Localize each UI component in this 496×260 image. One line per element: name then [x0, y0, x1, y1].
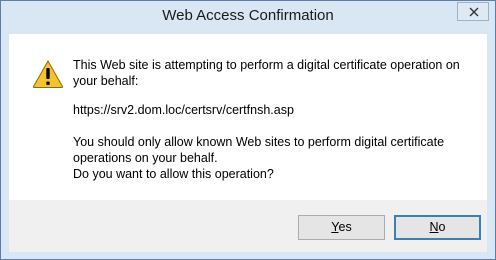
intro-text: This Web site is attempting to perform a…: [73, 58, 460, 88]
no-label-rest: o: [438, 220, 446, 234]
no-mnemonic: N: [429, 220, 439, 234]
button-bar: Yes No: [9, 200, 487, 252]
window-title: Web Access Confirmation: [162, 7, 334, 24]
yes-label-rest: es: [338, 220, 352, 234]
warning-line-2: Do you want to allow this operation?: [73, 167, 274, 181]
no-button[interactable]: No: [394, 215, 481, 240]
close-button[interactable]: [457, 2, 489, 21]
close-icon: [469, 7, 479, 17]
warning-text: You should only allow known Web sites to…: [73, 134, 473, 182]
warning-line-1: You should only allow known Web sites to…: [73, 135, 445, 165]
message-area: This Web site is attempting to perform a…: [9, 34, 487, 200]
site-url: https://srv2.dom.loc/certsrv/certfnsh.as…: [73, 103, 294, 117]
yes-button[interactable]: Yes: [298, 215, 385, 240]
warning-icon: [32, 59, 64, 88]
dialog-window: Web Access Confirmation This Web site is…: [0, 0, 496, 260]
yes-mnemonic: Y: [331, 220, 339, 234]
title-bar[interactable]: Web Access Confirmation: [1, 1, 495, 34]
